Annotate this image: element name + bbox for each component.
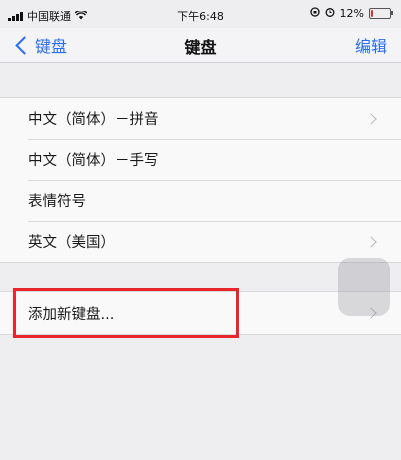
- add-keyboard-label: 添加新键盘...: [28, 306, 115, 323]
- list-item[interactable]: 英文（美国）: [0, 221, 401, 262]
- page-title: 键盘: [184, 38, 217, 57]
- keyboard-list: 中文（简体）－拼音 中文（简体）－手写 表情符号 英文（美国）: [0, 97, 401, 263]
- alarm-icon: [325, 7, 335, 20]
- keyboard-label: 英文（美国）: [28, 235, 115, 251]
- chevron-right-icon: [365, 112, 377, 125]
- list-item[interactable]: 中文（简体）－拼音: [0, 98, 401, 139]
- status-right: 12%: [309, 7, 393, 20]
- battery-percent: 12%: [339, 7, 364, 20]
- navigation-bar: 键盘 键盘 编辑: [0, 28, 401, 63]
- edit-button[interactable]: 编辑: [355, 33, 387, 57]
- keyboard-label: 表情符号: [28, 194, 86, 210]
- chevron-right-icon: [365, 235, 377, 248]
- keyboard-label: 中文（简体）－拼音: [28, 112, 159, 128]
- assistive-touch-button[interactable]: [338, 258, 390, 316]
- rotation-lock-icon: [309, 7, 320, 20]
- list-item[interactable]: 中文（简体）－手写: [0, 139, 401, 180]
- keyboard-label: 中文（简体）－手写: [28, 153, 159, 169]
- battery-icon: [369, 8, 393, 19]
- status-bar: 中国联通 下午6:48 12%: [0, 0, 401, 28]
- list-item[interactable]: 表情符号: [0, 180, 401, 221]
